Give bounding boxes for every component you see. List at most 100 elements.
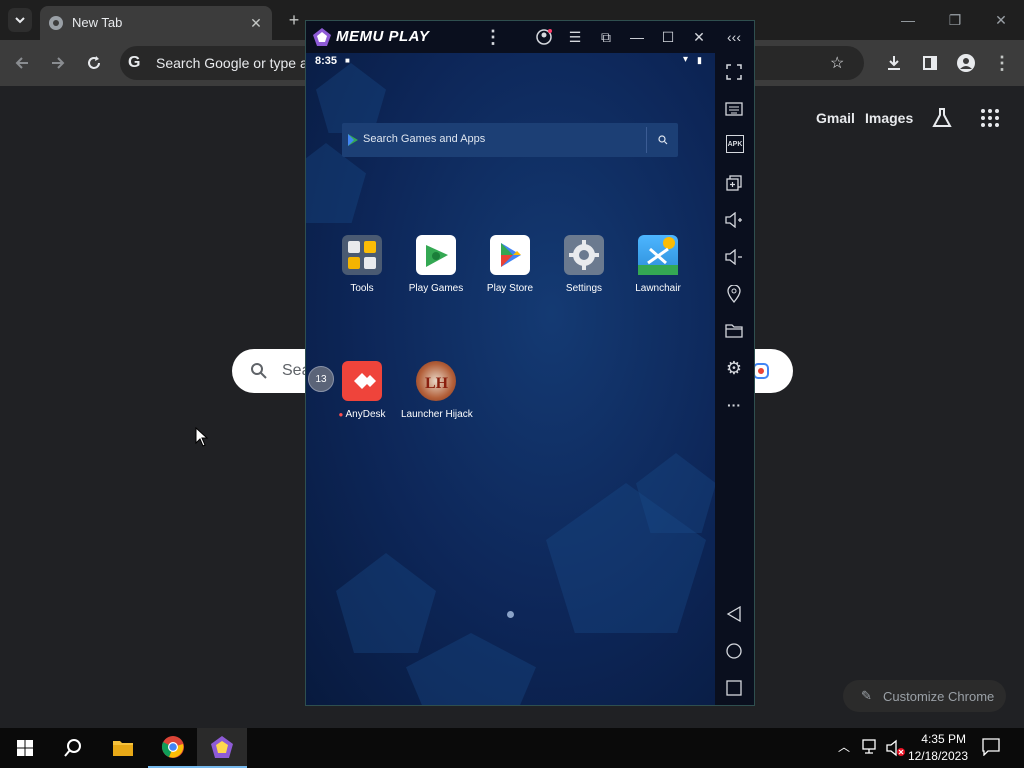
keyboard-icon[interactable] <box>723 98 745 120</box>
chrome-taskbar-icon[interactable] <box>148 728 198 768</box>
volume-down-icon[interactable] <box>723 246 745 268</box>
memu-menu-dots-icon[interactable]: ⋮ <box>483 27 503 47</box>
show-hidden-icons-chevron-icon[interactable]: ︿ <box>838 738 854 758</box>
settings-gear-icon[interactable]: ⚙ <box>723 357 745 379</box>
notification-center-icon[interactable] <box>982 738 1002 758</box>
search-icon <box>251 363 267 379</box>
notification-count: 13 <box>315 373 327 385</box>
memu-logo-icon <box>313 28 331 46</box>
reload-icon[interactable] <box>82 51 106 75</box>
labs-flask-icon[interactable] <box>930 106 954 130</box>
restore-icon[interactable]: ❐ <box>940 8 970 32</box>
anydesk-label: AnyDesk <box>345 409 386 420</box>
settings-gear-icon <box>564 235 604 275</box>
launcher-hijack-icon: LH <box>416 361 456 401</box>
download-icon[interactable] <box>882 51 906 75</box>
memu-taskbar-icon[interactable] <box>197 728 247 768</box>
chrome-menu-icon[interactable]: ⋮ <box>990 51 1014 75</box>
app-label: Tools <box>350 283 374 294</box>
apps-grid-icon[interactable] <box>978 106 1002 130</box>
file-explorer-icon[interactable] <box>98 728 148 768</box>
search-divider <box>646 127 647 153</box>
taskbar-clock-time[interactable]: 4:35 PM <box>921 732 966 746</box>
windows-start-icon[interactable] <box>0 728 50 768</box>
app-label: Launcher Hijack <box>401 409 473 420</box>
gmail-link[interactable]: Gmail <box>816 110 855 126</box>
chrome-favicon-icon <box>49 16 63 30</box>
app-label: ● AnyDesk <box>327 409 397 420</box>
memu-hamburger-icon[interactable]: ☰ <box>565 27 585 47</box>
page-indicator-dot <box>507 611 514 618</box>
app-tools[interactable]: Tools <box>327 235 397 294</box>
memu-emulator-window[interactable]: MEMU PLAY ⋮ ☰ ⧉ — ☐ ✕ ‹‹‹ 8:35 ■ ▾ ▮ Sea… <box>305 20 755 706</box>
memu-close-icon[interactable]: ✕ <box>689 27 709 47</box>
memu-multiwindow-icon[interactable]: ⧉ <box>596 27 616 47</box>
apk-label: APK <box>727 140 743 148</box>
fullscreen-icon[interactable] <box>723 61 745 83</box>
profile-avatar-icon[interactable] <box>954 51 978 75</box>
minimize-icon[interactable]: — <box>893 8 923 32</box>
taskbar-clock-date[interactable]: 12/18/2023 <box>908 749 968 763</box>
close-window-icon[interactable]: ✕ <box>986 8 1016 32</box>
customize-chrome-button[interactable]: ✎ Customize Chrome <box>843 680 1006 712</box>
play-store-icon <box>490 235 530 275</box>
more-options-icon[interactable]: ··· <box>723 394 745 416</box>
android-recents-icon[interactable] <box>723 677 745 699</box>
omnibox-placeholder: Search Google or type a <box>156 55 308 71</box>
play-games-icon <box>416 235 456 275</box>
wifi-icon: ▾ <box>683 54 689 65</box>
customize-chrome-label: Customize Chrome <box>883 689 995 704</box>
taskbar-search-icon[interactable] <box>48 728 98 768</box>
android-screen[interactable]: 8:35 ■ ▾ ▮ Search Games and Apps Tools P… <box>306 53 715 705</box>
floating-notification-badge[interactable]: 13 <box>308 366 334 392</box>
app-lawnchair[interactable]: Lawnchair <box>623 235 693 294</box>
status-notification-icon: ■ <box>345 56 350 65</box>
status-bar-time: 8:35 <box>315 55 338 67</box>
app-label: Play Games <box>408 283 464 294</box>
app-label: Settings <box>565 283 603 294</box>
battery-icon: ▮ <box>697 55 702 65</box>
bookmark-star-icon[interactable]: ☆ <box>830 53 850 73</box>
google-g-icon: G <box>128 54 141 71</box>
memu-collapse-sidebar-icon[interactable]: ‹‹‹ <box>724 27 744 47</box>
apk-install-icon[interactable]: APK <box>726 135 744 153</box>
close-tab-icon[interactable]: ✕ <box>246 13 266 33</box>
volume-muted-icon[interactable] <box>886 739 906 757</box>
app-play-games[interactable]: Play Games <box>401 235 471 294</box>
multi-instance-icon[interactable] <box>723 172 745 194</box>
anydesk-icon <box>342 361 382 401</box>
tab-title: New Tab <box>72 15 123 30</box>
side-panel-icon[interactable] <box>918 51 942 75</box>
forward-icon[interactable] <box>46 51 70 75</box>
tab-search-button[interactable] <box>8 8 32 32</box>
folder-icon[interactable] <box>723 320 745 342</box>
network-icon[interactable] <box>862 739 880 757</box>
memu-sidebar: APK ⚙ ··· <box>715 53 754 705</box>
new-app-dot: ● <box>338 410 346 419</box>
volume-up-icon[interactable] <box>723 209 745 231</box>
memu-title: MEMU PLAY <box>336 28 430 45</box>
app-settings[interactable]: Settings <box>549 235 619 294</box>
app-label: Play Store <box>486 283 534 294</box>
app-anydesk[interactable]: ● AnyDesk <box>327 361 397 420</box>
pencil-icon: ✎ <box>861 688 872 703</box>
search-icon[interactable] <box>658 135 668 145</box>
memu-minimize-icon[interactable]: — <box>627 27 647 47</box>
back-icon[interactable] <box>10 51 34 75</box>
mouse-cursor-icon <box>195 427 209 447</box>
svg-text:LH: LH <box>425 375 449 392</box>
lawnchair-icon <box>638 235 678 275</box>
location-pin-icon[interactable] <box>723 283 745 305</box>
app-launcher-hijack[interactable]: LH Launcher Hijack <box>401 361 473 420</box>
memu-maximize-icon[interactable]: ☐ <box>658 27 678 47</box>
memu-titlebar[interactable]: MEMU PLAY ⋮ ☰ ⧉ — ☐ ✕ ‹‹‹ <box>306 21 754 53</box>
images-link[interactable]: Images <box>865 110 913 126</box>
new-tab-button[interactable]: + <box>282 8 306 32</box>
app-play-store[interactable]: Play Store <box>475 235 545 294</box>
android-search-bar[interactable]: Search Games and Apps <box>342 123 678 157</box>
android-home-icon[interactable] <box>723 640 745 662</box>
tab-new-tab[interactable]: New Tab ✕ <box>40 6 272 40</box>
android-back-icon[interactable] <box>723 603 745 625</box>
wallpaper-shape <box>636 453 715 533</box>
memu-account-icon[interactable] <box>534 27 554 47</box>
